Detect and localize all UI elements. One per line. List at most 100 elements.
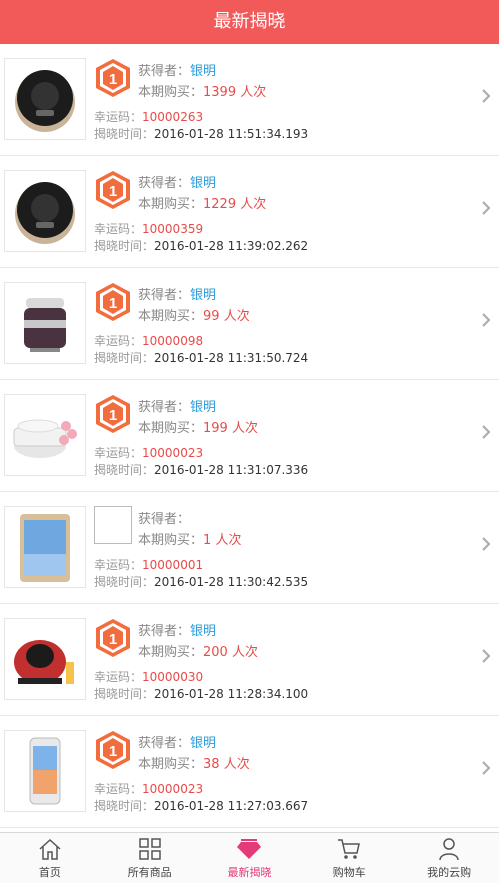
list-item[interactable]: 1 获得者：银明 本期购买：1399 人次 幸运码：10000263 揭晓时间：… (0, 44, 499, 156)
product-image (4, 170, 86, 252)
rank-badge-icon: 1 (96, 731, 130, 769)
user-icon (439, 838, 459, 861)
tab-my-account[interactable]: 我的云购 (399, 833, 499, 883)
product-image (4, 282, 86, 364)
chevron-right-icon (482, 89, 491, 103)
winner-name[interactable]: 银明 (190, 64, 216, 79)
bottom-tab-bar: 首页 所有商品 最新揭晓 购物车 我的云购 (0, 832, 499, 883)
purchase-count: 199 (203, 421, 228, 436)
purchase-count: 99 (203, 309, 220, 324)
list-item[interactable]: 1 获得者：银明 本期购买：1229 人次 幸运码：10000359 揭晓时间：… (0, 156, 499, 268)
winner-name[interactable]: 银明 (190, 624, 216, 639)
chevron-right-icon (482, 761, 491, 775)
purchase-line: 本期购买：199 人次 (138, 421, 258, 436)
reveal-time-line: 揭晓时间：2016-01-28 11:31:07.336 (94, 463, 309, 477)
list-item[interactable]: 1 获得者：银明 本期购买：38 人次 幸运码：10000023 揭晓时间：20… (0, 716, 499, 828)
svg-text:1: 1 (109, 295, 117, 312)
reveal-time: 2016-01-28 11:51:34.193 (154, 127, 309, 141)
reveal-time-line: 揭晓时间：2016-01-28 11:39:02.262 (94, 239, 309, 253)
rank-badge-icon: 1 (96, 619, 130, 657)
purchase-line: 本期购买：200 人次 (138, 645, 258, 660)
grid-icon (138, 838, 161, 860)
rank-badge-icon: 1 (96, 395, 130, 433)
lucky-code-line: 幸运码：10000023 (94, 782, 204, 796)
winner-name[interactable]: 银明 (190, 176, 216, 191)
winner-line: 获得者：银明 (138, 736, 217, 751)
lucky-code-line: 幸运码：10000359 (94, 222, 204, 236)
chevron-right-icon (482, 537, 491, 551)
purchase-line: 本期购买：38 人次 (138, 757, 250, 772)
svg-text:1: 1 (109, 71, 117, 88)
lucky-code: 10000023 (142, 782, 204, 796)
lucky-code: 10000263 (142, 110, 204, 124)
rank-badge-icon: 1 (96, 171, 130, 209)
tab-all-products[interactable]: 所有商品 (100, 833, 200, 883)
winner-line: 获得者：银明 (138, 400, 217, 415)
rank-badge-icon: 1 (96, 283, 130, 321)
chevron-right-icon (482, 201, 491, 215)
reveal-time-line: 揭晓时间：2016-01-28 11:30:42.535 (94, 575, 309, 589)
product-image (4, 506, 86, 588)
product-image (4, 394, 86, 476)
lucky-code: 10000359 (142, 222, 204, 236)
reveal-time: 2016-01-28 11:28:34.100 (154, 687, 309, 701)
purchase-count: 200 (203, 645, 228, 660)
diamond-icon (237, 839, 262, 859)
list-item[interactable]: 获得者： 本期购买：1 人次 幸运码：10000001 揭晓时间：2016-01… (0, 492, 499, 604)
chevron-right-icon (482, 313, 491, 327)
product-image (4, 58, 86, 140)
winner-line: 获得者：银明 (138, 288, 217, 303)
reveal-time-line: 揭晓时间：2016-01-28 11:27:03.667 (94, 799, 309, 813)
winner-name[interactable]: 银明 (190, 288, 216, 303)
chevron-right-icon (482, 649, 491, 663)
purchase-line: 本期购买：1399 人次 (138, 85, 267, 100)
tab-home[interactable]: 首页 (0, 833, 100, 883)
reveal-time: 2016-01-28 11:27:03.667 (154, 799, 309, 813)
reveal-time: 2016-01-28 11:30:42.535 (154, 575, 309, 589)
lucky-code: 10000001 (142, 558, 204, 572)
list-item[interactable]: 1 获得者：银明 本期购买：199 人次 幸运码：10000023 揭晓时间：2… (0, 380, 499, 492)
winner-name[interactable]: 银明 (190, 400, 216, 415)
lucky-code-line: 幸运码：10000263 (94, 110, 204, 124)
lucky-code-line: 幸运码：10000001 (94, 558, 204, 572)
tab-latest-reveal[interactable]: 最新揭晓 (200, 833, 300, 883)
winner-line: 获得者：银明 (138, 624, 217, 639)
reveal-time: 2016-01-28 11:39:02.262 (154, 239, 309, 253)
list-item[interactable]: 1 获得者：银明 本期购买：99 人次 幸运码：10000098 揭晓时间：20… (0, 268, 499, 380)
cart-icon (338, 839, 361, 859)
product-image (4, 730, 86, 812)
rank-badge-icon: 1 (96, 59, 130, 97)
tab-cart[interactable]: 购物车 (299, 833, 399, 883)
purchase-line: 本期购买：1 人次 (138, 533, 242, 548)
winner-line: 获得者： (138, 512, 191, 527)
winner-name[interactable]: 银明 (190, 736, 216, 751)
lucky-code: 10000023 (142, 446, 204, 460)
list-item[interactable]: 1 获得者：银明 本期购买：200 人次 幸运码：10000030 揭晓时间：2… (0, 604, 499, 716)
purchase-count: 1229 (203, 197, 237, 212)
reveal-time: 2016-01-28 11:31:07.336 (154, 463, 309, 477)
svg-text:1: 1 (109, 743, 117, 760)
reveal-time: 2016-01-28 11:31:50.724 (154, 351, 309, 365)
svg-text:1: 1 (109, 183, 117, 200)
purchase-count: 38 (203, 757, 220, 772)
page-title: 最新揭晓 (213, 11, 286, 32)
reveal-time-line: 揭晓时间：2016-01-28 11:31:50.724 (94, 351, 309, 365)
purchase-count: 1399 (203, 85, 237, 100)
page-header: 最新揭晓 (0, 0, 499, 44)
lucky-code: 10000098 (142, 334, 204, 348)
svg-text:1: 1 (109, 407, 117, 424)
lucky-code-line: 幸运码：10000023 (94, 446, 204, 460)
reveal-time-line: 揭晓时间：2016-01-28 11:28:34.100 (94, 687, 309, 701)
home-icon (39, 838, 61, 860)
lucky-code-line: 幸运码：10000030 (94, 670, 204, 684)
winner-line: 获得者：银明 (138, 176, 217, 191)
purchase-line: 本期购买：99 人次 (138, 309, 250, 324)
purchase-line: 本期购买：1229 人次 (138, 197, 267, 212)
reveal-time-line: 揭晓时间：2016-01-28 11:51:34.193 (94, 127, 309, 141)
lucky-code-line: 幸运码：10000098 (94, 334, 204, 348)
broken-image-icon (94, 506, 132, 544)
product-image (4, 618, 86, 700)
lucky-code: 10000030 (142, 670, 204, 684)
winner-line: 获得者：银明 (138, 64, 217, 79)
chevron-right-icon (482, 425, 491, 439)
